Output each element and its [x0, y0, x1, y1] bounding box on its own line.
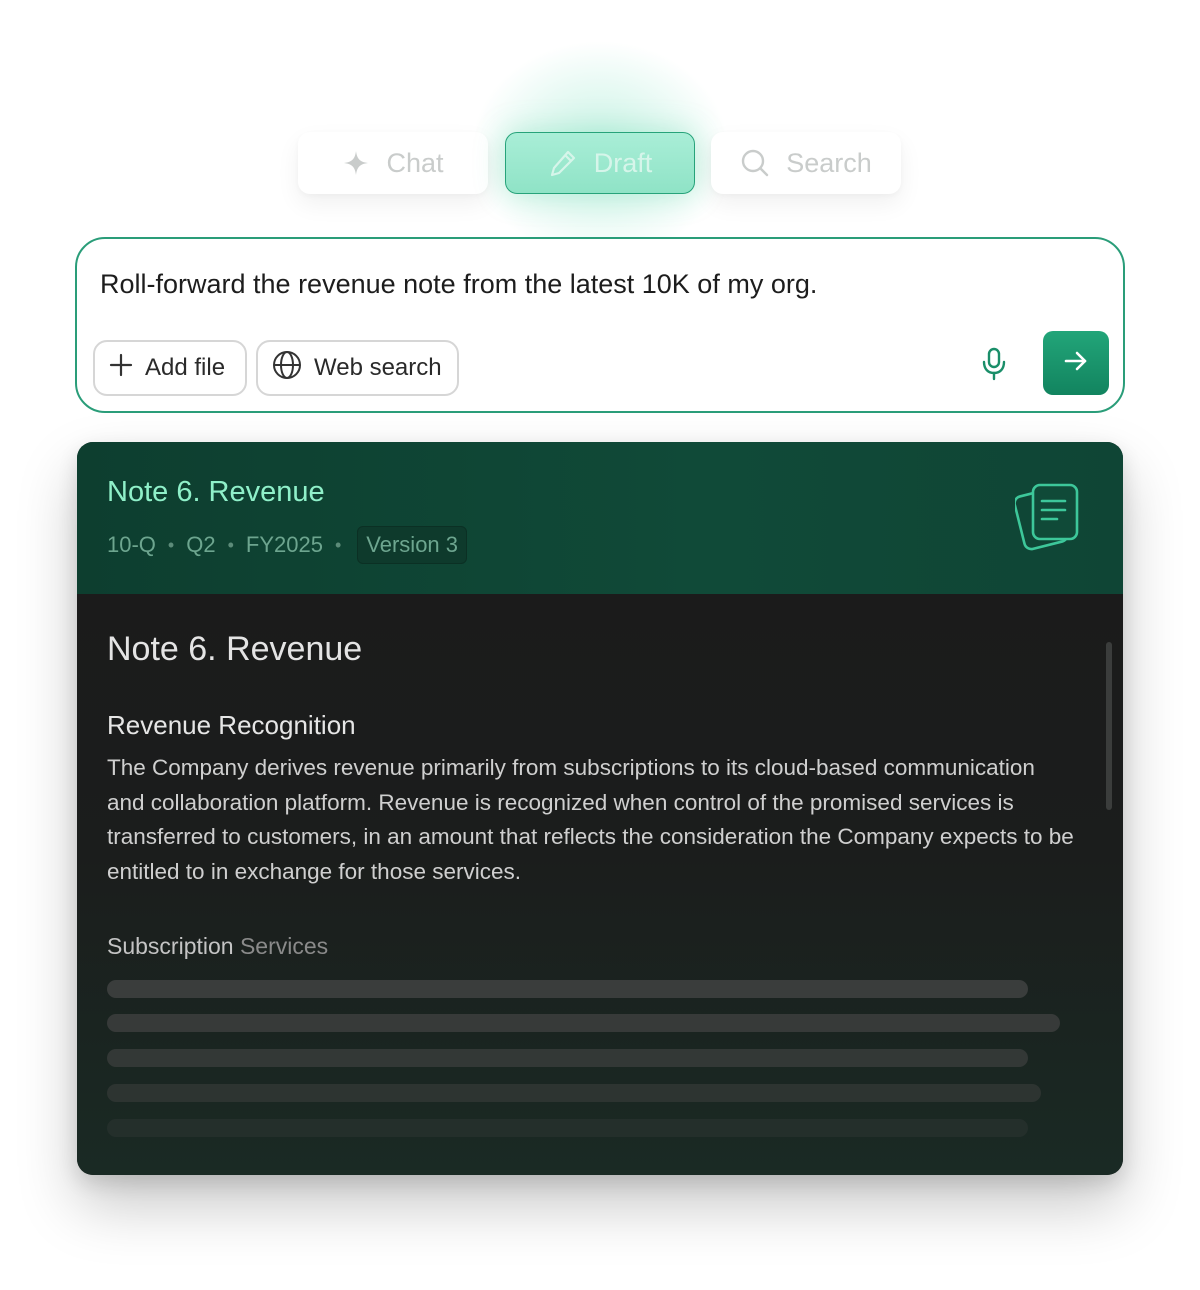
scrollbar[interactable]: [1106, 642, 1112, 810]
tab-draft-label: Draft: [593, 147, 653, 178]
meta-form: 10-Q: [107, 532, 156, 557]
microphone-icon[interactable]: [979, 346, 1009, 382]
document-meta: 10-Q • Q2 • FY2025 • Version 3: [107, 526, 468, 564]
section-title: Revenue Recognition: [107, 710, 356, 740]
document-header-title: Note 6. Revenue: [107, 476, 325, 508]
tab-search[interactable]: Search: [711, 132, 901, 194]
loading-skeleton-line: [107, 1049, 1028, 1067]
loading-skeleton-line: [107, 1119, 1028, 1137]
send-button[interactable]: [1043, 331, 1109, 395]
web-search-button[interactable]: Web search: [256, 340, 459, 396]
loading-skeleton-line: [107, 1014, 1060, 1032]
pencil-icon: [548, 148, 578, 178]
plus-icon: [109, 353, 133, 384]
tab-search-label: Search: [786, 147, 872, 178]
subsection-title-start: Subscription: [107, 933, 234, 959]
loading-skeleton-line: [107, 980, 1028, 998]
meta-separator: •: [167, 534, 175, 555]
meta-separator: •: [334, 534, 342, 555]
search-icon: [740, 148, 770, 178]
tab-chat[interactable]: Chat: [298, 132, 488, 194]
tab-chat-label: Chat: [386, 147, 444, 178]
arrow-right-icon: [1062, 347, 1090, 380]
tab-draft[interactable]: Draft: [505, 132, 695, 194]
add-file-label: Add file: [145, 354, 226, 381]
prompt-box[interactable]: Roll-forward the revenue note from the l…: [75, 237, 1125, 413]
documents-icon[interactable]: [1013, 482, 1083, 554]
document-body: Note 6. Revenue Revenue Recognition The …: [77, 594, 1123, 1175]
subsection-title: Subscription Services: [107, 933, 328, 960]
loading-skeleton-line: [107, 1084, 1041, 1102]
document-card: Note 6. Revenue 10-Q • Q2 • FY2025 • Ver…: [77, 442, 1123, 1175]
prompt-input[interactable]: Roll-forward the revenue note from the l…: [100, 269, 817, 300]
version-badge[interactable]: Version 3: [357, 526, 468, 564]
meta-separator: •: [227, 534, 234, 555]
document-header: Note 6. Revenue 10-Q • Q2 • FY2025 • Ver…: [77, 442, 1123, 594]
document-title: Note 6. Revenue: [107, 630, 363, 668]
subsection-title-end: Services: [233, 933, 329, 959]
globe-icon: [272, 350, 302, 387]
sparkle-icon: [342, 149, 370, 177]
meta-fiscal-year: FY2025: [245, 532, 323, 557]
add-file-button[interactable]: Add file: [93, 340, 247, 396]
section-paragraph: The Company derives revenue primarily fr…: [107, 755, 1074, 884]
meta-quarter: Q2: [186, 532, 216, 557]
web-search-label: Web search: [314, 354, 442, 381]
